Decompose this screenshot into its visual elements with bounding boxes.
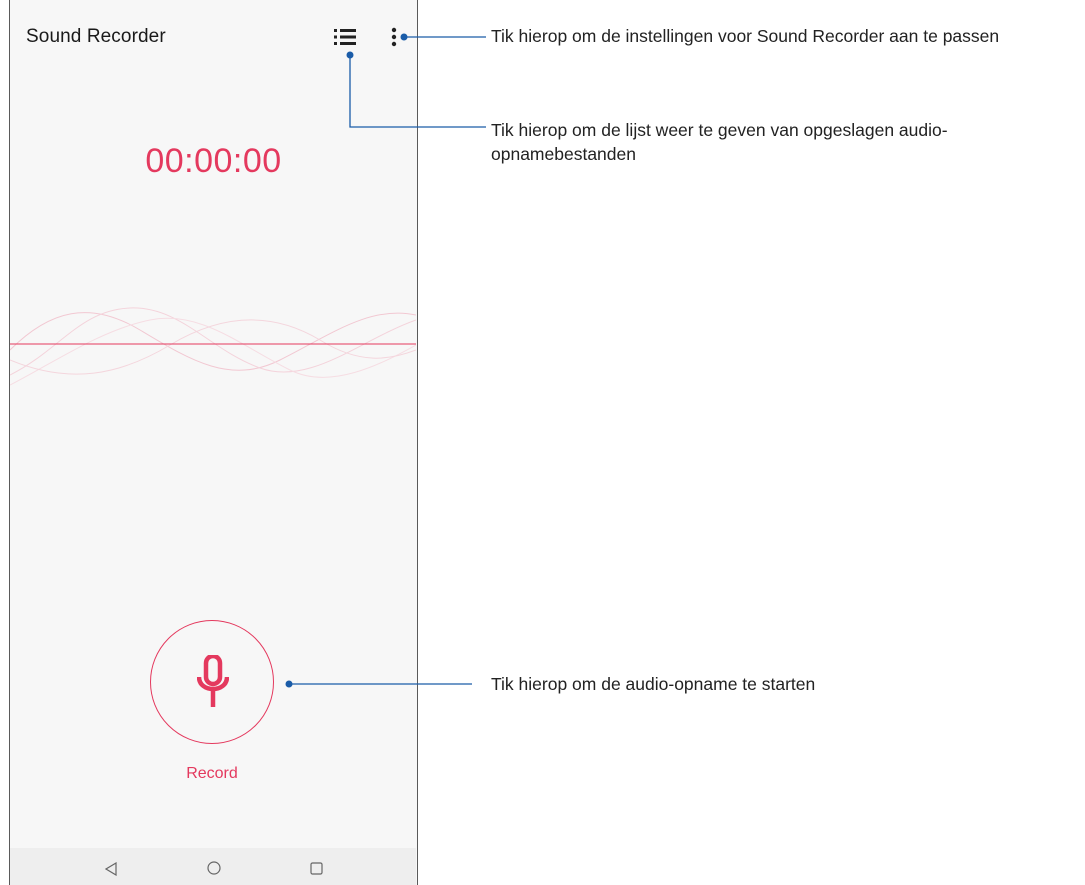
callout-settings-text: Tik hierop om de instellingen voor Sound… — [491, 26, 1000, 46]
callout-record-text: Tik hierop om de audio-opname te starten — [491, 674, 816, 694]
callout-list-text: Tik hierop om de lijst weer te geven van… — [491, 120, 948, 164]
